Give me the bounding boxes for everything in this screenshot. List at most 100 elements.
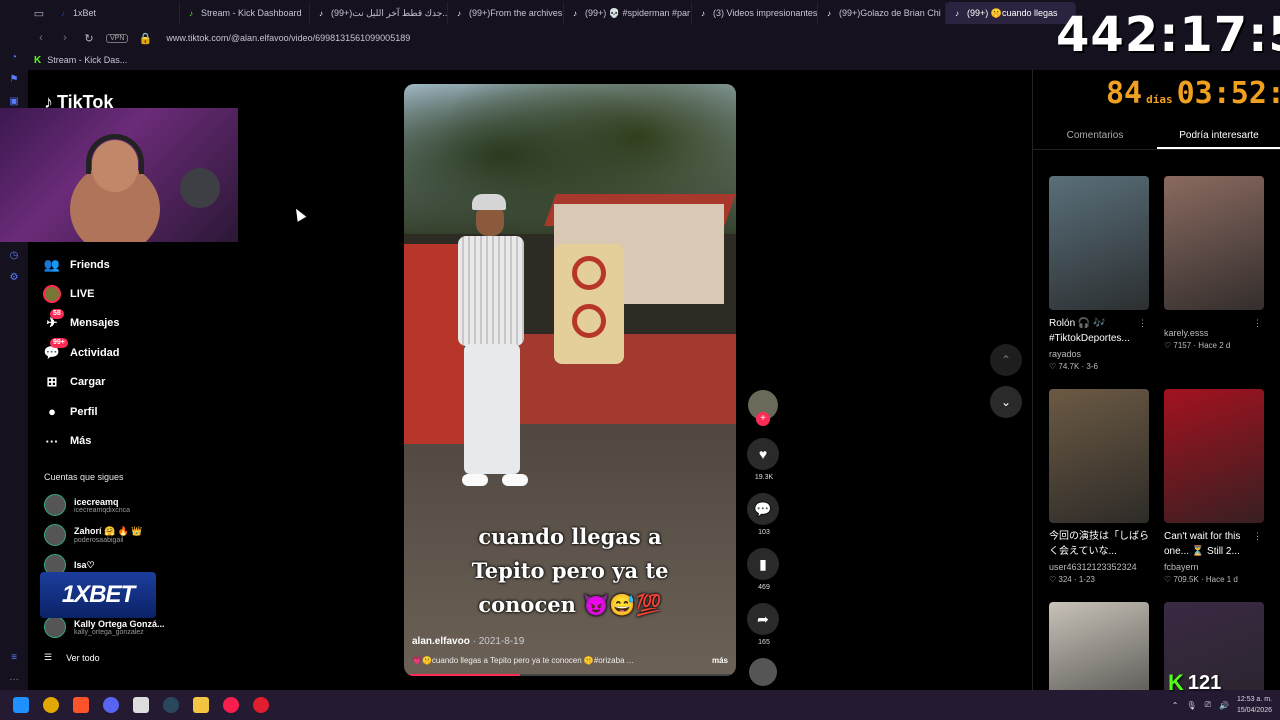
- video-date: · 2021-8-19: [469, 636, 525, 647]
- following-account[interactable]: icecreamq icecreamqdixcnca: [44, 492, 130, 518]
- windows-start-icon[interactable]: [6, 690, 36, 720]
- tab-label: (99+) 🤫cuando llegas: [967, 7, 1058, 18]
- video-thumbnail[interactable]: [1049, 176, 1149, 310]
- menu-item[interactable]: ··· Más: [42, 426, 120, 455]
- notification-badge: 99+: [50, 338, 68, 349]
- suggested-video-card[interactable]: 今回の演技は「しばらく会えていな... user46312123352324 ♡ 3…: [1049, 389, 1149, 584]
- onexbet-banner[interactable]: 1XBET: [40, 572, 156, 618]
- prev-video-button[interactable]: ⌃: [990, 344, 1022, 376]
- see-all-button[interactable]: ☰ Ver todo: [44, 652, 100, 663]
- live-avatar-icon: [43, 285, 61, 304]
- creator-avatar[interactable]: +: [748, 390, 778, 426]
- sidebar-messenger-icon[interactable]: ◔: [8, 52, 20, 64]
- mic-icon[interactable]: 🎙: [1186, 701, 1196, 710]
- next-video-button[interactable]: ⌄: [990, 386, 1022, 418]
- volume-icon[interactable]: 🔊: [1219, 701, 1229, 710]
- bookmark-icon[interactable]: ▮: [747, 548, 779, 580]
- video-progress[interactable]: [404, 674, 736, 676]
- side-menu: 👥 Friends LIVE ✈ Mensajes 58 💬 Actividad 99+ ⊞ Car…: [42, 250, 120, 456]
- brave-icon[interactable]: [66, 690, 96, 720]
- action-rail: + ♥ 19.3K 💬 103 ▮ 469 ➦ 165: [744, 390, 784, 686]
- avatar: [44, 524, 66, 546]
- clock[interactable]: 12:53 a. m. 15/04/2026: [1237, 694, 1272, 716]
- opera-gx-icon[interactable]: [216, 690, 246, 720]
- kick-viewers-value: 121: [1187, 671, 1222, 694]
- tray-chevron-icon[interactable]: ⌃: [1172, 701, 1179, 710]
- sidebar-settings-icon[interactable]: ⚙: [8, 272, 20, 284]
- streamlabs-icon[interactable]: [246, 690, 276, 720]
- bookmark-kick[interactable]: K Stream - Kick Das...: [34, 55, 127, 66]
- video-author[interactable]: alan.elfavoo · 2021-8-19: [412, 636, 524, 647]
- share-icon[interactable]: ➦: [747, 603, 779, 635]
- browser-tab[interactable]: ♪ (99+) 💀 #spiderman #par: [564, 2, 692, 24]
- menu-item[interactable]: ● Perfil: [42, 397, 120, 426]
- discord-icon[interactable]: [96, 690, 126, 720]
- video-thumbnail[interactable]: [1164, 389, 1264, 523]
- caption-line-1: cuando llegas a: [478, 524, 662, 549]
- tab-comments[interactable]: Comentarios: [1033, 126, 1157, 149]
- suggested-video-card[interactable]: Rolón 🎧 🎶 #TiktokDeportes... rayados ♡ 74.…: [1049, 176, 1149, 371]
- browser-tab[interactable]: ♪ (99+)جدك قطط آخر الليل نت...: [310, 2, 448, 24]
- author-name[interactable]: alan.elfavoo: [412, 636, 470, 647]
- browser-tab[interactable]: ♪ (99+)Golazo de Brian Chi: [818, 2, 946, 24]
- vpn-badge[interactable]: VPN: [106, 33, 129, 43]
- card-options-icon[interactable]: ⋮: [1138, 318, 1147, 329]
- tab-overview-icon[interactable]: ▭: [26, 0, 52, 26]
- more-icon: ···: [45, 433, 59, 449]
- menu-item[interactable]: 💬 Actividad 99+: [42, 338, 120, 367]
- suggested-video-card[interactable]: Can't wait for this one... ⏳ Still 2... f…: [1164, 389, 1264, 584]
- sidebar-history-icon[interactable]: ◷: [8, 250, 20, 262]
- like-count: 19.3K: [754, 474, 774, 481]
- menu-label: Friends: [70, 258, 110, 271]
- music-disc-icon[interactable]: [749, 658, 777, 686]
- browser-tab[interactable]: ♪ 1xBet: [52, 2, 180, 24]
- card-author[interactable]: rayados: [1049, 349, 1149, 359]
- card-options-icon[interactable]: ⋮: [1253, 318, 1262, 329]
- card-author[interactable]: fcbayern: [1164, 562, 1264, 572]
- forward-icon[interactable]: ›: [58, 32, 72, 44]
- video-player[interactable]: cuando llegas a Tepito pero ya te conoce…: [404, 84, 736, 676]
- sidebar-bookmark-icon[interactable]: ⚑: [8, 74, 20, 86]
- more-button[interactable]: más: [712, 656, 728, 665]
- browser-tab[interactable]: ♪ (3) Videos impresionantes: [692, 2, 818, 24]
- video-thumbnail[interactable]: [1049, 389, 1149, 523]
- card-options-icon[interactable]: ⋮: [1253, 531, 1262, 542]
- account-username: icecreamqdixcnca: [74, 506, 131, 514]
- account-name: Kally Ortega Gonzá...: [74, 618, 165, 629]
- card-meta: ♡ 7157 · Hace 2 d: [1164, 341, 1231, 350]
- upload-icon: ⊞: [46, 374, 58, 390]
- store-icon[interactable]: [126, 690, 156, 720]
- menu-item[interactable]: ✈ Mensajes 58: [42, 308, 120, 338]
- opera-sidebar: ◔ ⚑ ▣ ◷ ⚙ ≡ …: [0, 0, 28, 690]
- card-meta: ♡ 74.7K · 3-6: [1049, 362, 1098, 371]
- browser-tab[interactable]: ♪ Stream - Kick Dashboard: [180, 2, 310, 24]
- menu-item[interactable]: 👥 Friends: [42, 250, 120, 279]
- sidebar-more-icon[interactable]: …: [8, 672, 20, 684]
- follow-plus-icon[interactable]: +: [756, 412, 770, 426]
- menu-item[interactable]: ⊞ Cargar: [42, 368, 120, 397]
- card-options-icon[interactable]: ⋮: [1138, 531, 1147, 542]
- steam-icon[interactable]: [156, 690, 186, 720]
- network-icon[interactable]: ⎚: [1205, 700, 1211, 710]
- comment-icon[interactable]: 💬: [747, 493, 779, 525]
- tab-label: (99+)جدك قطط آخر الليل نت...: [331, 7, 448, 18]
- explorer-icon[interactable]: [186, 690, 216, 720]
- suggested-video-card[interactable]: karely.esss ♡ 7157 · Hace 2 d ⋮: [1164, 176, 1264, 350]
- reload-icon[interactable]: ↻: [82, 32, 96, 45]
- browser-tab[interactable]: ♪ (99+)From the archives #...: [448, 2, 564, 24]
- tab-favicon-icon: ♪: [573, 8, 577, 18]
- like-icon[interactable]: ♥: [747, 438, 779, 470]
- following-account[interactable]: Zahorí 🤗 🔥 👑 poderosaabigail: [44, 522, 143, 548]
- video-thumbnail[interactable]: [1164, 176, 1264, 310]
- sidebar-wallet-icon[interactable]: ▣: [8, 96, 20, 108]
- tab-suggestions[interactable]: Podría interesarte: [1157, 126, 1280, 149]
- coin-app-icon[interactable]: [36, 690, 66, 720]
- stream-timer: 442:17:53: [1056, 7, 1280, 63]
- video-progress-fill: [404, 674, 521, 676]
- sidebar-gx-icon[interactable]: ≡: [8, 652, 20, 664]
- person-pants: [464, 344, 520, 474]
- card-author[interactable]: user46312123352324: [1049, 562, 1149, 572]
- url-field[interactable]: www.tiktok.com/@alan.elfavoo/video/69981…: [166, 33, 410, 43]
- back-icon[interactable]: ‹: [34, 32, 48, 44]
- menu-item[interactable]: LIVE: [42, 279, 120, 308]
